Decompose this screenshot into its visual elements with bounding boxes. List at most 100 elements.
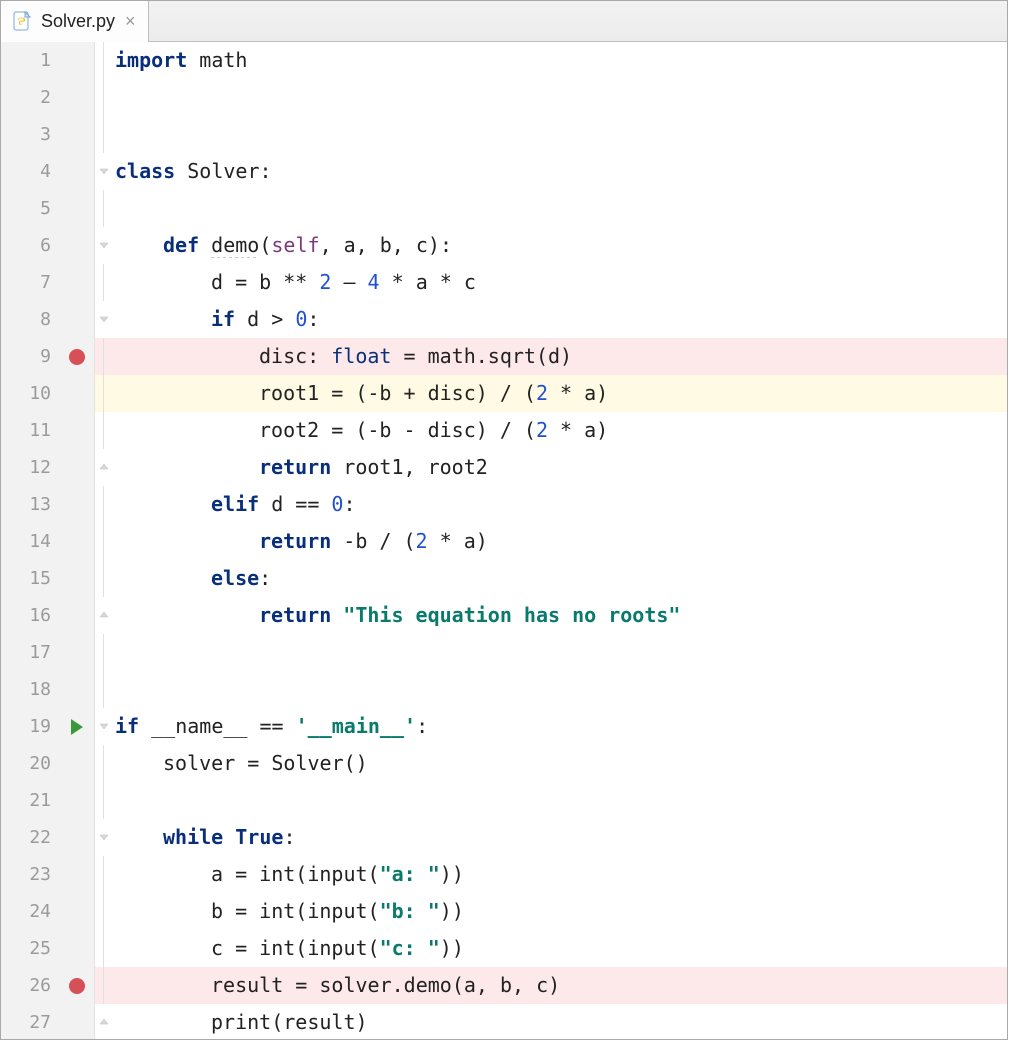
code-text[interactable]: b = int(input("b: ")) [113,893,1007,930]
code-line[interactable]: 13elif d == 0: [1,486,1007,523]
breakpoint-icon[interactable] [69,978,85,994]
gutter-marker[interactable] [59,819,95,856]
code-line[interactable]: 27print(result) [1,1004,1007,1039]
gutter-marker[interactable] [59,893,95,930]
code-text[interactable]: solver = Solver() [113,745,1007,782]
fold-gutter [95,782,113,819]
code-text[interactable]: return -b / (2 * a) [113,523,1007,560]
code-line[interactable]: 3 [1,116,1007,153]
gutter-marker[interactable] [59,930,95,967]
code-line[interactable]: 21 [1,782,1007,819]
code-text[interactable] [113,79,1007,116]
gutter-marker[interactable] [59,967,95,1004]
code-text[interactable]: elif d == 0: [113,486,1007,523]
gutter-marker[interactable] [59,227,95,264]
code-text[interactable] [113,671,1007,708]
code-text[interactable]: c = int(input("c: ")) [113,930,1007,967]
fold-close-icon[interactable] [98,609,110,621]
code-text[interactable]: import math [113,42,1007,79]
code-text[interactable]: class Solver: [113,153,1007,190]
gutter-marker[interactable] [59,523,95,560]
code-text[interactable]: else: [113,560,1007,597]
gutter-marker[interactable] [59,745,95,782]
close-icon[interactable]: × [123,12,138,30]
gutter-marker[interactable] [59,1004,95,1039]
line-number: 3 [1,116,59,153]
code-text[interactable]: return "This equation has no roots" [113,597,1007,634]
fold-open-icon[interactable] [98,313,110,325]
run-icon[interactable] [71,719,83,735]
code-line[interactable]: 15else: [1,560,1007,597]
code-text[interactable]: if __name__ == '__main__': [113,708,1007,745]
gutter-marker[interactable] [59,301,95,338]
code-text[interactable] [113,634,1007,671]
gutter-marker[interactable] [59,597,95,634]
code-line[interactable]: 12return root1, root2 [1,449,1007,486]
code-text[interactable] [113,782,1007,819]
gutter-marker[interactable] [59,671,95,708]
code-text[interactable]: root2 = (-b - disc) / (2 * a) [113,412,1007,449]
code-text[interactable]: result = solver.demo(a, b, c) [113,967,1007,1004]
code-line[interactable]: 20solver = Solver() [1,745,1007,782]
gutter-marker[interactable] [59,116,95,153]
code-text[interactable]: disc: float = math.sqrt(d) [113,338,1007,375]
line-number: 18 [1,671,59,708]
fold-open-icon[interactable] [98,720,110,732]
code-text[interactable] [113,116,1007,153]
line-number: 17 [1,634,59,671]
code-editor[interactable]: 1import math234class Solver:56def demo(s… [1,42,1007,1039]
gutter-marker[interactable] [59,708,95,745]
code-line[interactable]: 25c = int(input("c: ")) [1,930,1007,967]
code-text[interactable]: a = int(input("a: ")) [113,856,1007,893]
gutter-marker[interactable] [59,375,95,412]
code-line[interactable]: 5 [1,190,1007,227]
code-line[interactable]: 19if __name__ == '__main__': [1,708,1007,745]
gutter-marker[interactable] [59,634,95,671]
breakpoint-icon[interactable] [69,349,85,365]
code-text[interactable]: while True: [113,819,1007,856]
fold-open-icon[interactable] [98,165,110,177]
code-line[interactable]: 1import math [1,42,1007,79]
fold-open-icon[interactable] [98,239,110,251]
gutter-marker[interactable] [59,412,95,449]
fold-close-icon[interactable] [98,1016,110,1028]
code-line[interactable]: 10root1 = (-b + disc) / (2 * a) [1,375,1007,412]
code-text[interactable]: if d > 0: [113,301,1007,338]
code-line[interactable]: 18 [1,671,1007,708]
fold-open-icon[interactable] [98,831,110,843]
code-text[interactable] [113,190,1007,227]
code-line[interactable]: 6def demo(self, a, b, c): [1,227,1007,264]
gutter-marker[interactable] [59,560,95,597]
code-line[interactable]: 14return -b / (2 * a) [1,523,1007,560]
gutter-marker[interactable] [59,264,95,301]
code-text[interactable]: root1 = (-b + disc) / (2 * a) [113,375,1007,412]
gutter-marker[interactable] [59,338,95,375]
gutter-marker[interactable] [59,856,95,893]
code-line[interactable]: 9disc: float = math.sqrt(d) [1,338,1007,375]
fold-close-icon[interactable] [98,461,110,473]
gutter-marker[interactable] [59,486,95,523]
code-text[interactable]: return root1, root2 [113,449,1007,486]
code-line[interactable]: 8if d > 0: [1,301,1007,338]
code-line[interactable]: 2 [1,79,1007,116]
code-line[interactable]: 16return "This equation has no roots" [1,597,1007,634]
code-line[interactable]: 26result = solver.demo(a, b, c) [1,967,1007,1004]
gutter-marker[interactable] [59,79,95,116]
tab-solver-py[interactable]: Solver.py × [1,1,149,41]
code-line[interactable]: 23a = int(input("a: ")) [1,856,1007,893]
code-text[interactable]: print(result) [113,1004,1007,1039]
code-line[interactable]: 7d = b ** 2 – 4 * a * c [1,264,1007,301]
gutter-marker[interactable] [59,782,95,819]
code-line[interactable]: 22while True: [1,819,1007,856]
gutter-marker[interactable] [59,153,95,190]
gutter-marker[interactable] [59,42,95,79]
code-line[interactable]: 24b = int(input("b: ")) [1,893,1007,930]
code-line[interactable]: 11root2 = (-b - disc) / (2 * a) [1,412,1007,449]
code-line[interactable]: 17 [1,634,1007,671]
code-text[interactable]: def demo(self, a, b, c): [113,227,1007,264]
fold-gutter [95,523,113,560]
code-text[interactable]: d = b ** 2 – 4 * a * c [113,264,1007,301]
gutter-marker[interactable] [59,449,95,486]
code-line[interactable]: 4class Solver: [1,153,1007,190]
gutter-marker[interactable] [59,190,95,227]
